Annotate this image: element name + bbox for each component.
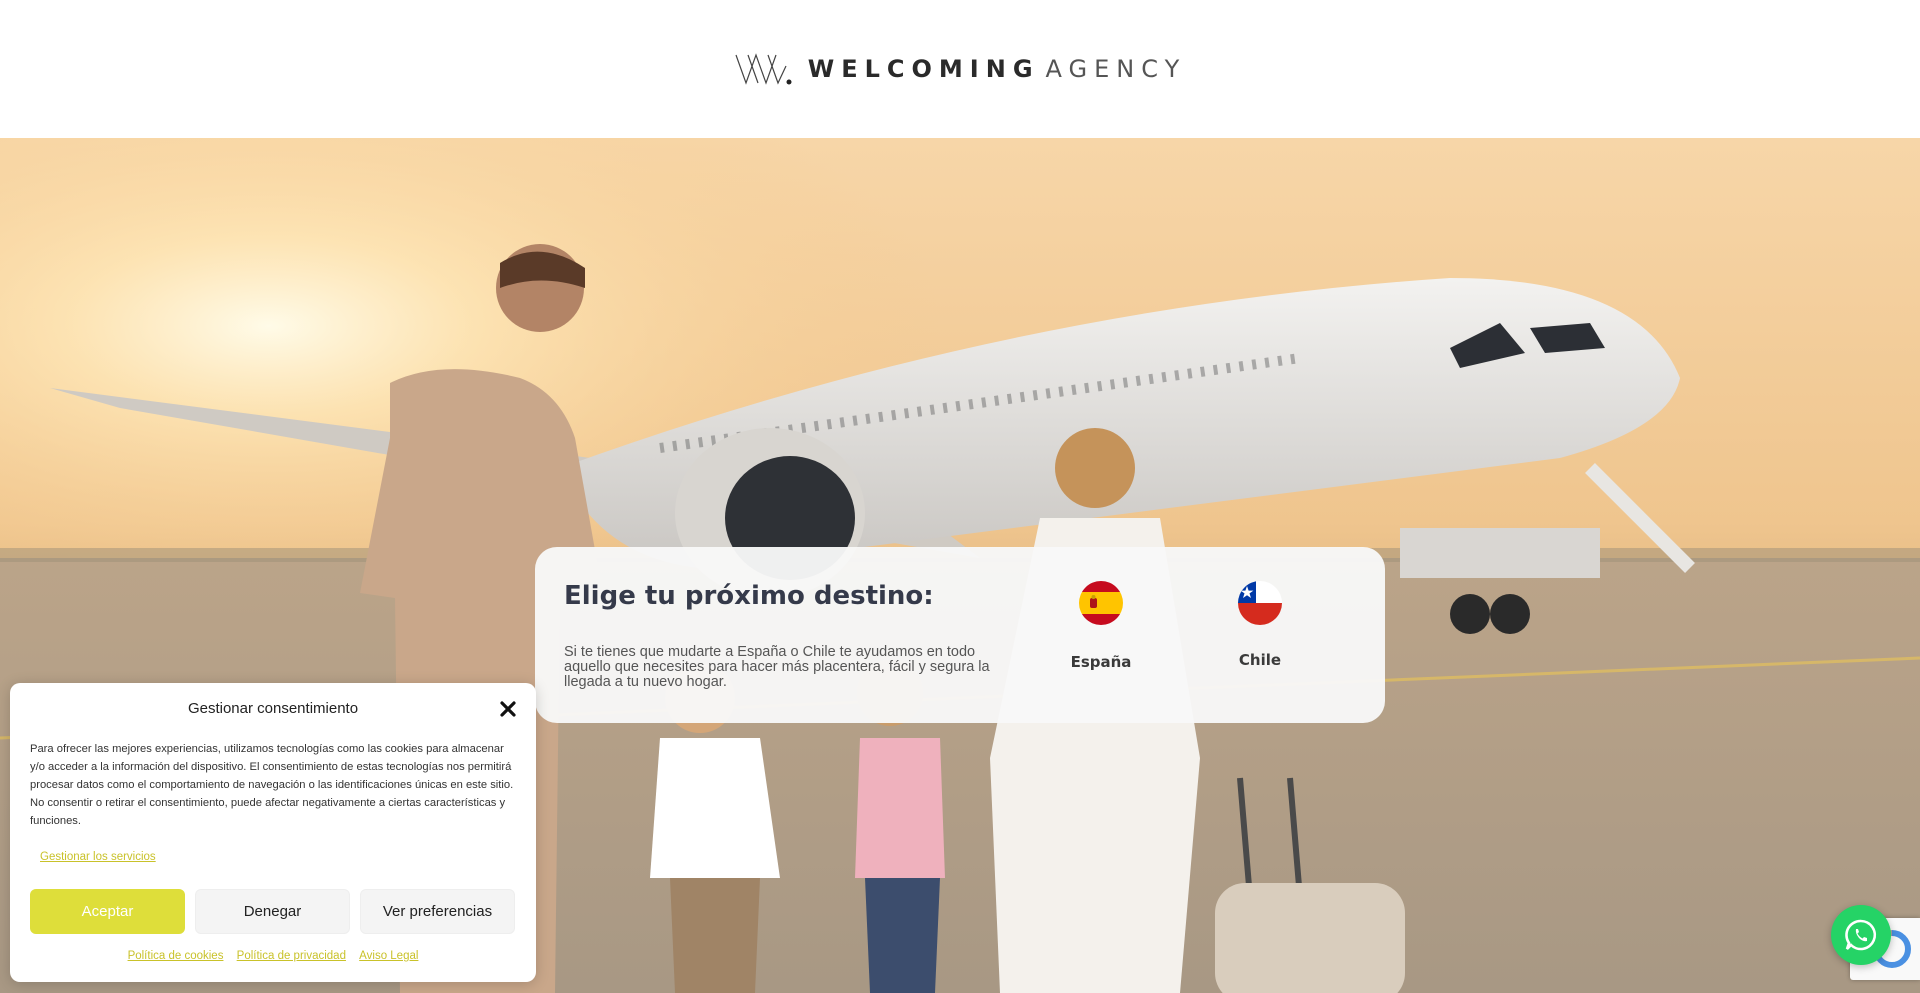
cookie-consent-dialog: Gestionar consentimiento Para ofrecer la… — [10, 683, 536, 982]
privacy-policy-link[interactable]: Política de privacidad — [237, 950, 346, 962]
accept-button[interactable]: Aceptar — [30, 889, 185, 934]
cookie-policy-link[interactable]: Política de cookies — [128, 950, 224, 962]
destination-option-chile[interactable]: Chile — [1205, 581, 1315, 669]
destination-description: Si te tienes que mudarte a España o Chil… — [564, 644, 990, 690]
close-icon[interactable] — [497, 698, 519, 720]
brand-name-light: AGENCY — [1045, 55, 1187, 83]
destination-title: Elige tu próximo destino: — [564, 581, 934, 611]
brand-name: WELCOMING AGENCY — [808, 55, 1187, 83]
legal-notice-link[interactable]: Aviso Legal — [359, 950, 418, 962]
cookie-body-text: Para ofrecer las mejores experiencias, u… — [30, 743, 514, 827]
site-header: WELCOMING AGENCY — [0, 0, 1920, 138]
site-logo[interactable]: WELCOMING AGENCY — [734, 52, 1187, 86]
spain-flag-icon — [1079, 581, 1123, 625]
manage-services-link[interactable]: Gestionar los servicios — [40, 851, 156, 863]
cookie-policy-links: Política de cookies Política de privacid… — [10, 950, 536, 962]
whatsapp-button[interactable] — [1831, 905, 1891, 965]
deny-button[interactable]: Denegar — [195, 889, 350, 934]
destination-card: Elige tu próximo destino: Si te tienes q… — [535, 547, 1385, 723]
view-preferences-button[interactable]: Ver preferencias — [360, 889, 515, 934]
chile-flag-icon — [1238, 581, 1282, 625]
destination-label-chile: Chile — [1238, 651, 1282, 669]
cookie-title: Gestionar consentimiento — [187, 700, 359, 717]
logo-mark-icon — [735, 53, 792, 85]
brand-name-bold: WELCOMING — [807, 55, 1040, 83]
destination-label-spain: España — [1070, 653, 1132, 671]
destination-option-spain[interactable]: España — [1046, 581, 1156, 671]
whatsapp-icon — [1845, 919, 1877, 951]
